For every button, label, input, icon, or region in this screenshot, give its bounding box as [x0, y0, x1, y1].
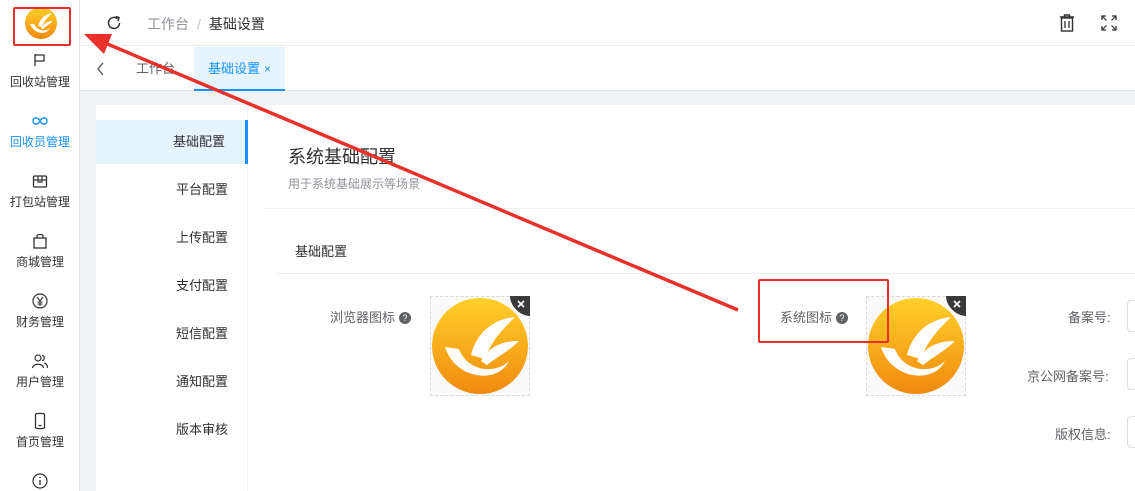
sidebar-item-label: 回收站管理: [9, 75, 70, 89]
fullscreen-icon[interactable]: [1100, 14, 1118, 32]
sidebar-item-label: 财务管理: [15, 315, 64, 329]
trash-icon[interactable]: [1058, 13, 1076, 33]
settings-menu-item-notification[interactable]: 通知配置: [96, 360, 248, 404]
users-icon: [31, 354, 49, 369]
info-icon: [32, 473, 48, 489]
settings-menu-item-upload[interactable]: 上传配置: [96, 216, 248, 260]
mobile-icon: [34, 412, 46, 430]
settings-menu-item-sms[interactable]: 短信配置: [96, 312, 248, 356]
package-icon: [32, 175, 48, 188]
police-icp-input[interactable]: [1127, 358, 1135, 390]
tab-basic-settings[interactable]: 基础设置 ×: [194, 47, 286, 91]
help-icon[interactable]: ?: [399, 312, 412, 324]
copyright-label: 版权信息:: [1055, 427, 1111, 442]
yen-icon: [32, 293, 48, 309]
section-title: 基础配置: [295, 244, 348, 259]
close-icon[interactable]: ×: [264, 47, 271, 91]
settings-menu-item-version-review[interactable]: 版本审核: [96, 408, 248, 452]
settings-menu: 基础配置 平台配置 上传配置 支付配置 短信配置 通知配置 版本审核: [96, 105, 248, 491]
divider: [278, 273, 1135, 274]
top-header: 工作台 / 基础设置: [80, 0, 1135, 46]
system-icon-label: 系统图标?: [780, 307, 849, 326]
breadcrumb: 工作台 / 基础设置: [147, 14, 265, 34]
main-panel: 系统基础配置 用于系统基础展示等场景 基础配置 浏览器图标? 系统图标? 备案号…: [248, 105, 1135, 491]
remove-icon[interactable]: [946, 296, 966, 316]
help-icon[interactable]: ?: [836, 312, 849, 324]
sidebar-item-recycler[interactable]: 回收员管理: [0, 112, 80, 150]
icp-label: 备案号:: [1068, 310, 1111, 325]
app-logo-icon[interactable]: [24, 6, 58, 40]
browser-icon-upload[interactable]: [430, 296, 530, 396]
sidebar-item-label: 回收员管理: [9, 135, 70, 149]
sidebar-item-users[interactable]: 用户管理: [0, 352, 80, 390]
shopping-bag-icon: [33, 233, 47, 249]
copyright-input[interactable]: [1127, 416, 1135, 448]
sidebar-item-homepage[interactable]: 首页管理: [0, 412, 80, 450]
sidebar-item-label: 商城管理: [15, 255, 64, 269]
remove-icon[interactable]: [510, 296, 530, 316]
tab-label: 工作台: [136, 61, 176, 76]
infinity-icon: [32, 117, 48, 125]
icp-input[interactable]: [1127, 300, 1135, 332]
sidebar-item-finance[interactable]: 财务管理: [0, 292, 80, 330]
sidebar-item-packing-station[interactable]: 打包站管理: [0, 172, 80, 210]
flag-icon: [34, 54, 45, 66]
sidebar-item-info[interactable]: [0, 472, 80, 491]
sidebar-item-recycle-station[interactable]: 回收站管理: [0, 52, 80, 90]
tab-workbench[interactable]: 工作台: [122, 47, 189, 91]
refresh-icon[interactable]: [104, 13, 124, 33]
field-label-text: 系统图标: [780, 310, 833, 325]
breadcrumb-current: 基础设置: [208, 16, 265, 32]
settings-menu-item-payment[interactable]: 支付配置: [96, 264, 248, 308]
tab-bar: 工作台 基础设置 ×: [80, 47, 1135, 91]
page-title: 系统基础配置: [288, 147, 396, 167]
page-subtitle: 用于系统基础展示等场景: [288, 177, 421, 191]
chevron-left-icon[interactable]: [94, 61, 108, 77]
tab-label: 基础设置: [208, 61, 261, 76]
sidebar-item-mall[interactable]: 商城管理: [0, 232, 80, 270]
sidebar-item-label: 用户管理: [15, 375, 64, 389]
sidebar-item-label: 首页管理: [15, 435, 64, 449]
divider: [264, 208, 1135, 209]
breadcrumb-home[interactable]: 工作台: [147, 16, 189, 32]
breadcrumb-separator: /: [197, 16, 201, 32]
police-icp-label: 京公网备案号:: [1027, 369, 1109, 384]
settings-menu-item-basic[interactable]: 基础配置: [96, 120, 248, 164]
browser-icon-label: 浏览器图标?: [330, 307, 412, 326]
field-label-text: 浏览器图标: [330, 310, 396, 325]
system-icon-upload[interactable]: [866, 296, 966, 396]
settings-menu-item-platform[interactable]: 平台配置: [96, 168, 248, 212]
sidebar-item-label: 打包站管理: [9, 195, 70, 209]
sidebar: 回收站管理 回收员管理 打包站管理 商城管理 财务管理 用户管理 首页管理: [0, 0, 80, 491]
